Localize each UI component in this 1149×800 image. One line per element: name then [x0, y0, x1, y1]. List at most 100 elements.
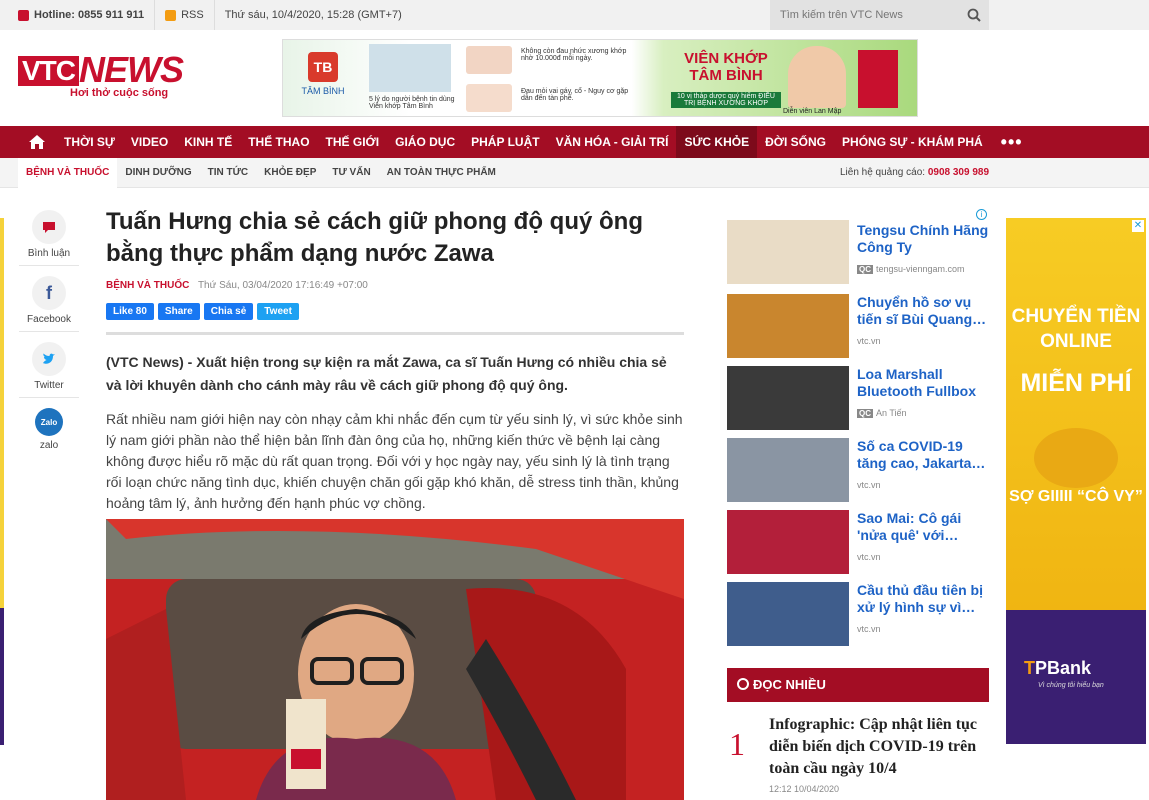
- related-title[interactable]: Loa Marshall Bluetooth Fullbox: [857, 366, 989, 400]
- related-thumbnail: [727, 220, 849, 284]
- related-item[interactable]: Tengsu Chính Hãng Công Ty QC tengsu-vienng…: [727, 206, 989, 284]
- sub-nav: BỆNH VÀ THUỐC DINH DƯỠNG TIN TỨC KHỎE ĐẸ…: [0, 157, 1149, 188]
- left-edge-ad: [0, 218, 4, 745]
- related-thumbnail: [727, 438, 849, 502]
- datetime-text: Thứ sáu, 10/4/2020, 15:28 (GMT+7): [224, 9, 402, 21]
- search-input[interactable]: [770, 9, 959, 21]
- nav-item-giao-duc[interactable]: GIÁO DỤC: [387, 126, 463, 158]
- subnav-item-benh-va-thuoc[interactable]: BỆNH VÀ THUỐC: [18, 157, 118, 188]
- search-box: [770, 0, 989, 30]
- banner-image: [466, 84, 512, 112]
- related-title[interactable]: Số ca COVID-19 tăng cao, Jakarta…: [857, 438, 989, 472]
- more-menu-icon[interactable]: •••: [991, 132, 1033, 153]
- article-lead: (VTC News) - Xuất hiện trong sự kiện ra …: [106, 354, 667, 393]
- article-body: Rất nhiều nam giới hiện nay còn nhạy cảm…: [106, 411, 683, 511]
- nav-item-the-gioi[interactable]: THẾ GIỚI: [318, 126, 388, 158]
- messenger-share-button[interactable]: Chia sẻ: [203, 303, 254, 320]
- related-item[interactable]: Cầu thủ đầu tiên bị xử lý hình sự vì… vtc…: [727, 566, 989, 646]
- nav-item-doi-song[interactable]: ĐỜI SỐNG: [757, 126, 834, 158]
- rss-label: RSS: [181, 9, 204, 21]
- most-read-title: ĐỌC NHIỀU: [753, 677, 826, 692]
- header-banner-ad[interactable]: TB TÂM BÌNH 5 lý do người bệnh tin dùng V…: [282, 39, 918, 117]
- facebook-label: Facebook: [27, 314, 71, 325]
- nav-item-phong-su-kham-pha[interactable]: PHÓNG SỰ - KHÁM PHÁ: [834, 126, 991, 158]
- hotline[interactable]: Hotline: 0855 911 911: [0, 0, 156, 30]
- subnav-item-tin-tuc[interactable]: TIN TỨC: [200, 158, 257, 188]
- most-read-title-link[interactable]: Infographic: Cập nhật liên tục diễn biến…: [769, 714, 989, 780]
- article: Tuấn Hưng chia sẻ cách giữ phong độ quý …: [106, 206, 684, 514]
- search-icon[interactable]: [959, 8, 989, 22]
- subnav-item-tu-van[interactable]: TƯ VẤN: [324, 158, 378, 188]
- ad-illustration: [1034, 428, 1118, 488]
- related-title[interactable]: Cầu thủ đầu tiên bị xử lý hình sự vì…: [857, 582, 989, 616]
- banner-brand-label: TÂM BÌNH: [301, 86, 345, 96]
- article-category[interactable]: BỆNH VÀ THUỐC: [106, 280, 189, 291]
- related-thumbnail: [727, 510, 849, 574]
- banner-image: [369, 44, 451, 92]
- home-icon[interactable]: [18, 126, 56, 158]
- facebook-icon: f: [32, 276, 66, 310]
- right-banner-ad[interactable]: ✕ CHUYỂN TIỀN ONLINE MIỄN PHÍ SỢ GIIIII …: [1006, 218, 1146, 744]
- related-item[interactable]: Chuyển hồ sơ vụ tiến sĩ Bùi Quang… vtc.vn: [727, 278, 989, 358]
- social-buttons: Like 80 Share Chia sẻ Tweet: [106, 303, 684, 335]
- ad-contact-phone[interactable]: 0908 309 989: [928, 167, 989, 178]
- related-source: tengsu-vienngam.com: [876, 264, 965, 274]
- related-source: An Tiến: [876, 408, 907, 418]
- related-source: vtc.vn: [857, 336, 881, 346]
- article-meta: BỆNH VÀ THUỐC Thứ Sáu, 03/04/2020 17:16:…: [106, 280, 684, 291]
- related-item[interactable]: Sao Mai: Cô gái 'nửa quê' với… vtc.vn: [727, 494, 989, 574]
- banner-product-image: [858, 50, 898, 108]
- header: VTC NEWS Hơi thở cuộc sống TB TÂM BÌNH 5 …: [0, 30, 1149, 126]
- tweet-button[interactable]: Tweet: [257, 303, 299, 320]
- twitter-share-button[interactable]: Twitter: [19, 338, 79, 398]
- most-read-item[interactable]: 1 Infographic: Cập nhật liên tục diễn bi…: [727, 714, 989, 794]
- ad-badge: QC: [857, 265, 873, 274]
- nav-item-phap-luat[interactable]: PHÁP LUẬT: [463, 126, 547, 158]
- nav-item-kinh-te[interactable]: KINH TẾ: [176, 126, 240, 158]
- facebook-share-button[interactable]: f Facebook: [19, 272, 79, 332]
- site-logo[interactable]: VTC NEWS Hơi thở cuộc sống: [18, 52, 184, 99]
- logo-vtc: VTC: [18, 56, 79, 86]
- nav-item-suc-khoe[interactable]: SỨC KHỎE: [676, 126, 758, 158]
- zalo-icon: Zalo: [35, 408, 63, 436]
- sidebar: i Tengsu Chính Hãng Công Ty QC tengsu-vien…: [727, 206, 989, 646]
- comment-icon: [32, 210, 66, 244]
- nav-item-thoi-su[interactable]: THỜI SỰ: [56, 126, 123, 158]
- related-item[interactable]: Số ca COVID-19 tăng cao, Jakarta… vtc.vn: [727, 422, 989, 502]
- most-read-header: ĐỌC NHIỀU: [727, 668, 989, 702]
- rss-link[interactable]: RSS: [155, 0, 215, 30]
- phone-icon: [18, 9, 29, 21]
- zalo-share-button[interactable]: Zalo zalo: [19, 404, 79, 457]
- related-thumbnail: [727, 294, 849, 358]
- facebook-share-button[interactable]: Share: [157, 303, 200, 320]
- related-title[interactable]: Tengsu Chính Hãng Công Ty: [857, 222, 989, 256]
- nav-item-the-thao[interactable]: THỂ THAO: [240, 126, 317, 158]
- brand-logo-icon: TB: [308, 52, 338, 82]
- facebook-like-button[interactable]: Like 80: [106, 303, 154, 320]
- related-source: vtc.vn: [857, 480, 881, 490]
- article-photo[interactable]: [106, 519, 684, 800]
- tpbank-tagline: Vì chúng tôi hiểu bạn: [1038, 682, 1104, 689]
- close-ad-icon[interactable]: ✕: [1132, 220, 1144, 232]
- related-item[interactable]: Loa Marshall Bluetooth Fullbox QC An Tiến: [727, 350, 989, 430]
- related-source: vtc.vn: [857, 552, 881, 562]
- top-bar: Hotline: 0855 911 911 RSS Thứ sáu, 10/4/…: [0, 0, 1149, 30]
- ad-headline-large: MIỄN PHÍ: [1020, 369, 1132, 397]
- banner-text: Đau mỏi vai gáy, cổ - Nguy cơ gặp dẫn đế…: [521, 88, 629, 102]
- comment-label: Bình luận: [27, 248, 71, 259]
- most-read-rank: 1: [729, 726, 745, 762]
- comment-button[interactable]: Bình luận: [19, 206, 79, 266]
- related-title[interactable]: Chuyển hồ sơ vụ tiến sĩ Bùi Quang…: [857, 294, 989, 328]
- subnav-item-dinh-duong[interactable]: DINH DƯỠNG: [117, 158, 199, 188]
- logo-tagline: Hơi thở cuộc sống: [70, 87, 169, 99]
- ad-contact-label: Liên hệ quảng cáo:: [839, 167, 926, 178]
- nav-item-video[interactable]: VIDEO: [123, 126, 176, 158]
- nav-item-van-hoa-giai-tri[interactable]: VĂN HÓA - GIẢI TRÍ: [548, 126, 677, 158]
- subnav-item-an-toan-thuc-pham[interactable]: AN TOÀN THỰC PHẨM: [379, 158, 504, 188]
- subnav-item-khoe-dep[interactable]: KHỎE ĐẸP: [256, 158, 324, 188]
- related-title[interactable]: Sao Mai: Cô gái 'nửa quê' với…: [857, 510, 989, 544]
- article-title: Tuấn Hưng chia sẻ cách giữ phong độ quý …: [106, 208, 643, 267]
- current-datetime: Thứ sáu, 10/4/2020, 15:28 (GMT+7): [215, 0, 412, 30]
- ad-badge: QC: [857, 409, 873, 418]
- rss-icon: [165, 9, 177, 21]
